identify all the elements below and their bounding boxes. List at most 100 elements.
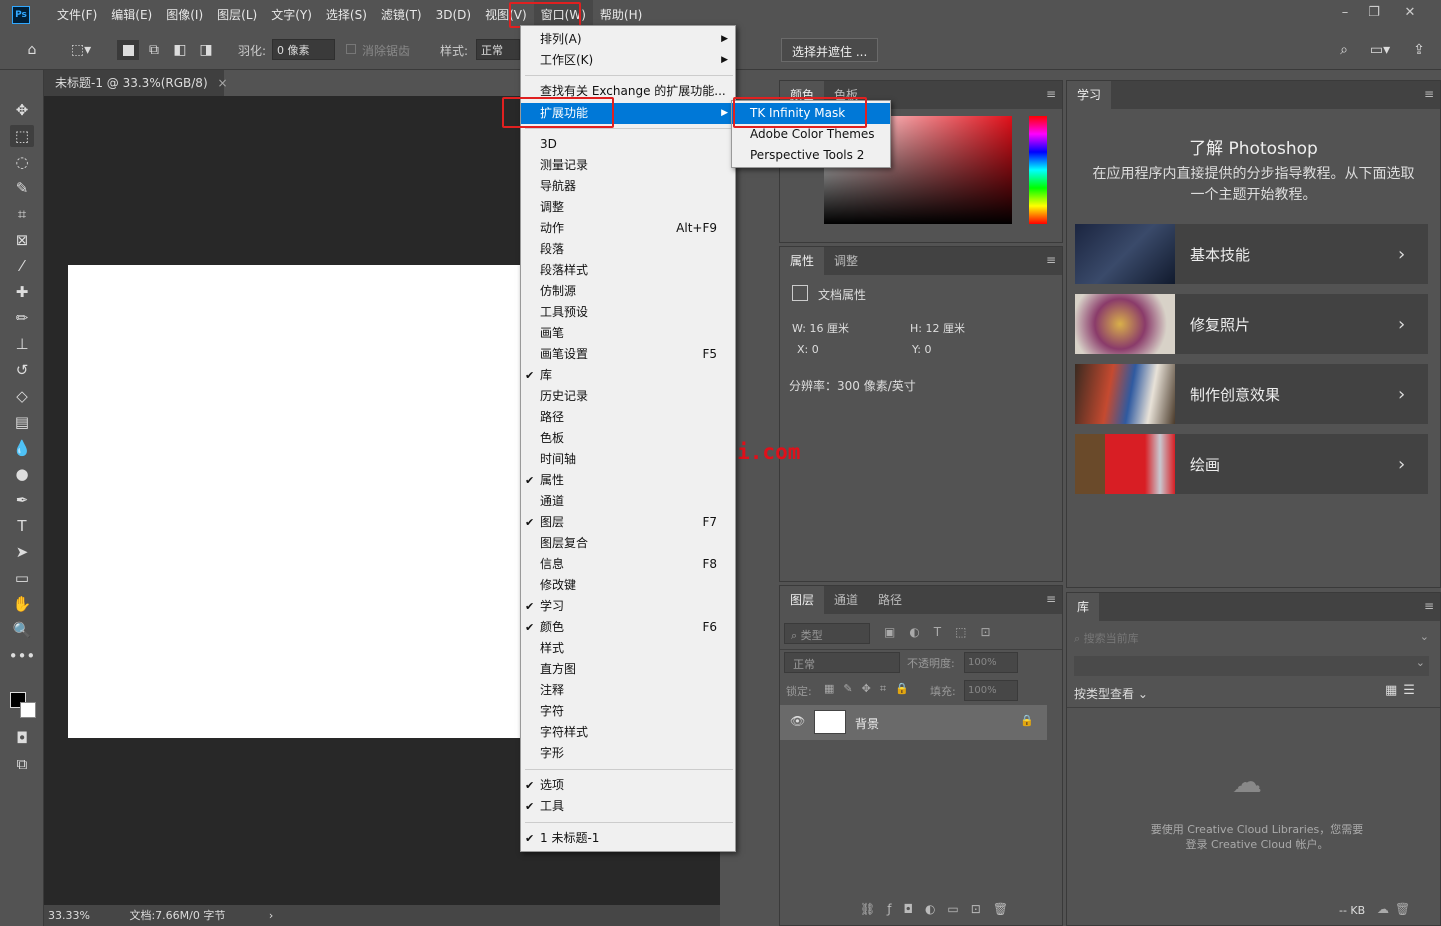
menu-item-paragraph-styles[interactable]: 段落样式 — [521, 260, 735, 281]
document-tab[interactable]: 未标题-1 @ 33.3%(RGB/8) × — [44, 70, 228, 96]
blur-tool-icon[interactable]: 💧 — [10, 437, 34, 459]
menu-item-layer-comps[interactable]: 图层复合 — [521, 533, 735, 554]
panel-menu-icon[interactable]: ≡ — [1046, 253, 1056, 267]
menu-item-libraries[interactable]: ✔ 库 — [521, 365, 735, 386]
layer-filter-icons[interactable]: ▣◐T⬚⊡ — [884, 625, 1024, 639]
background-color-swatch[interactable] — [20, 702, 36, 718]
learn-card-repair[interactable]: 修复照片 › — [1075, 294, 1428, 354]
menu-item-actions[interactable]: 动作 Alt+F9 — [521, 218, 735, 239]
library-actions[interactable]: ☁🗑 — [1377, 902, 1416, 916]
menu-item-3d[interactable]: 3D — [521, 134, 735, 155]
menu-item-adjustments[interactable]: 调整 — [521, 197, 735, 218]
quick-select-tool-icon[interactable]: ✎ — [10, 177, 34, 199]
status-arrow-icon[interactable]: › — [269, 909, 273, 922]
opacity-input[interactable]: 100% — [964, 652, 1018, 673]
chevron-down-icon[interactable]: ⌄ — [1420, 630, 1429, 643]
panel-menu-icon[interactable]: ≡ — [1046, 592, 1056, 606]
menu-filter[interactable]: 滤镜(T) — [374, 0, 429, 30]
healing-brush-tool-icon[interactable]: ✚ — [10, 281, 34, 303]
menu-item-arrange[interactable]: 排列(A) ▶ — [521, 29, 735, 50]
more-tools-icon[interactable]: ••• — [9, 645, 36, 667]
menu-item-paths[interactable]: 路径 — [521, 407, 735, 428]
menu-item-brush-settings[interactable]: 画笔设置 F5 — [521, 344, 735, 365]
menu-item-clone-source[interactable]: 仿制源 — [521, 281, 735, 302]
y-value[interactable]: 0 — [924, 343, 931, 356]
layer-actions[interactable]: ⛓ƒ◘◐▭⊡🗑 — [860, 902, 1020, 916]
share-icon[interactable]: ⇪ — [1408, 40, 1430, 60]
menu-item-history[interactable]: 历史记录 — [521, 386, 735, 407]
close-tab-icon[interactable]: × — [217, 76, 227, 90]
menu-item-document-1[interactable]: ✔ 1 未标题-1 — [521, 828, 735, 849]
hand-tool-icon[interactable]: ✋ — [10, 593, 34, 615]
intersect-selection-icon[interactable]: ◨ — [195, 40, 217, 60]
feather-input[interactable]: 0 像素 — [272, 39, 335, 60]
tab-layers[interactable]: 图层 — [780, 586, 825, 614]
learn-card-painting[interactable]: 绘画 › — [1075, 434, 1428, 494]
clone-stamp-tool-icon[interactable]: ⊥ — [10, 333, 34, 355]
panel-menu-icon[interactable]: ≡ — [1424, 87, 1434, 101]
layer-name[interactable]: 背景 — [855, 715, 879, 732]
marquee-tool-icon[interactable]: ⬚ — [10, 125, 34, 147]
quick-mask-icon[interactable]: ◘ — [10, 727, 34, 749]
zoom-level[interactable]: 33.33% — [48, 909, 90, 922]
tab-channels[interactable]: 通道 — [824, 586, 868, 614]
menu-edit[interactable]: 编辑(E) — [104, 0, 159, 30]
subtract-selection-icon[interactable]: ◧ — [169, 40, 191, 60]
menu-item-info[interactable]: 信息 F8 — [521, 554, 735, 575]
library-select[interactable]: ⌄ — [1074, 656, 1429, 676]
history-brush-tool-icon[interactable]: ↺ — [10, 359, 34, 381]
lock-icons[interactable]: ▦✎✥⌗🔒 — [824, 682, 918, 696]
library-search[interactable]: ⌕ 搜索当前库 ⌄ — [1074, 630, 1429, 648]
x-value[interactable]: 0 — [812, 343, 819, 356]
crop-tool-icon[interactable]: ⌗ — [10, 203, 34, 225]
menu-item-timeline[interactable]: 时间轴 — [521, 449, 735, 470]
fill-input[interactable]: 100% — [964, 680, 1018, 701]
dodge-tool-icon[interactable]: ● — [10, 463, 34, 485]
view-mode-icons[interactable]: ▦☰ — [1385, 683, 1421, 698]
eyedropper-tool-icon[interactable]: ⁄ — [10, 255, 34, 277]
menu-select[interactable]: 选择(S) — [319, 0, 374, 30]
antialias-checkbox[interactable] — [346, 44, 356, 54]
panel-menu-icon[interactable]: ≡ — [1046, 87, 1056, 101]
menu-file[interactable]: 文件(F) — [50, 0, 104, 30]
add-selection-icon[interactable]: ⧉ — [143, 40, 165, 60]
w-value[interactable]: 16 厘米 — [809, 322, 849, 335]
menu-item-histogram[interactable]: 直方图 — [521, 659, 735, 680]
menu-item-measurement-log[interactable]: 测量记录 — [521, 155, 735, 176]
eraser-tool-icon[interactable]: ◇ — [10, 385, 34, 407]
frame-tool-icon[interactable]: ⊠ — [10, 229, 34, 251]
submenu-item-perspective-tools[interactable]: Perspective Tools 2 — [732, 145, 890, 166]
menu-item-color[interactable]: ✔ 颜色 F6 — [521, 617, 735, 638]
home-icon[interactable]: ⌂ — [21, 40, 43, 60]
menu-item-navigator[interactable]: 导航器 — [521, 176, 735, 197]
tab-learn[interactable]: 学习 — [1067, 81, 1112, 109]
select-and-mask-button[interactable]: 选择并遮住 ... — [781, 38, 879, 62]
menu-item-workspace[interactable]: 工作区(K) ▶ — [521, 50, 735, 71]
blend-mode-select[interactable]: 正常 — [784, 652, 900, 673]
path-select-tool-icon[interactable]: ➤ — [10, 541, 34, 563]
menu-item-glyphs[interactable]: 字形 — [521, 743, 735, 764]
search-icon[interactable]: ⌕ — [1333, 40, 1355, 60]
menu-item-character-styles[interactable]: 字符样式 — [521, 722, 735, 743]
menu-item-modifier-keys[interactable]: 修改键 — [521, 575, 735, 596]
menu-item-channels[interactable]: 通道 — [521, 491, 735, 512]
menu-layer[interactable]: 图层(L) — [210, 0, 264, 30]
menu-item-tool-presets[interactable]: 工具预设 — [521, 302, 735, 323]
style-select[interactable]: 正常 — [476, 39, 520, 60]
workspace-icon[interactable]: ▭▾ — [1364, 40, 1396, 60]
gradient-tool-icon[interactable]: ▤ — [10, 411, 34, 433]
layer-row[interactable]: 👁 背景 🔒 — [780, 705, 1047, 740]
type-tool-icon[interactable]: T — [10, 515, 34, 537]
visibility-eye-icon[interactable]: 👁 — [790, 714, 805, 728]
tab-properties[interactable]: 属性 — [780, 247, 825, 275]
pen-tool-icon[interactable]: ✒ — [10, 489, 34, 511]
zoom-tool-icon[interactable]: 🔍 — [10, 619, 34, 641]
brush-tool-icon[interactable]: ✏ — [10, 307, 34, 329]
marquee-preset-icon[interactable]: ⬚▾ — [62, 40, 100, 60]
rectangle-tool-icon[interactable]: ▭ — [10, 567, 34, 589]
menu-item-notes[interactable]: 注释 — [521, 680, 735, 701]
tab-library[interactable]: 库 — [1067, 593, 1100, 621]
new-selection-icon[interactable] — [117, 40, 139, 60]
menu-type[interactable]: 文字(Y) — [264, 0, 319, 30]
view-by-type[interactable]: 按类型查看 ⌄ — [1074, 685, 1148, 702]
